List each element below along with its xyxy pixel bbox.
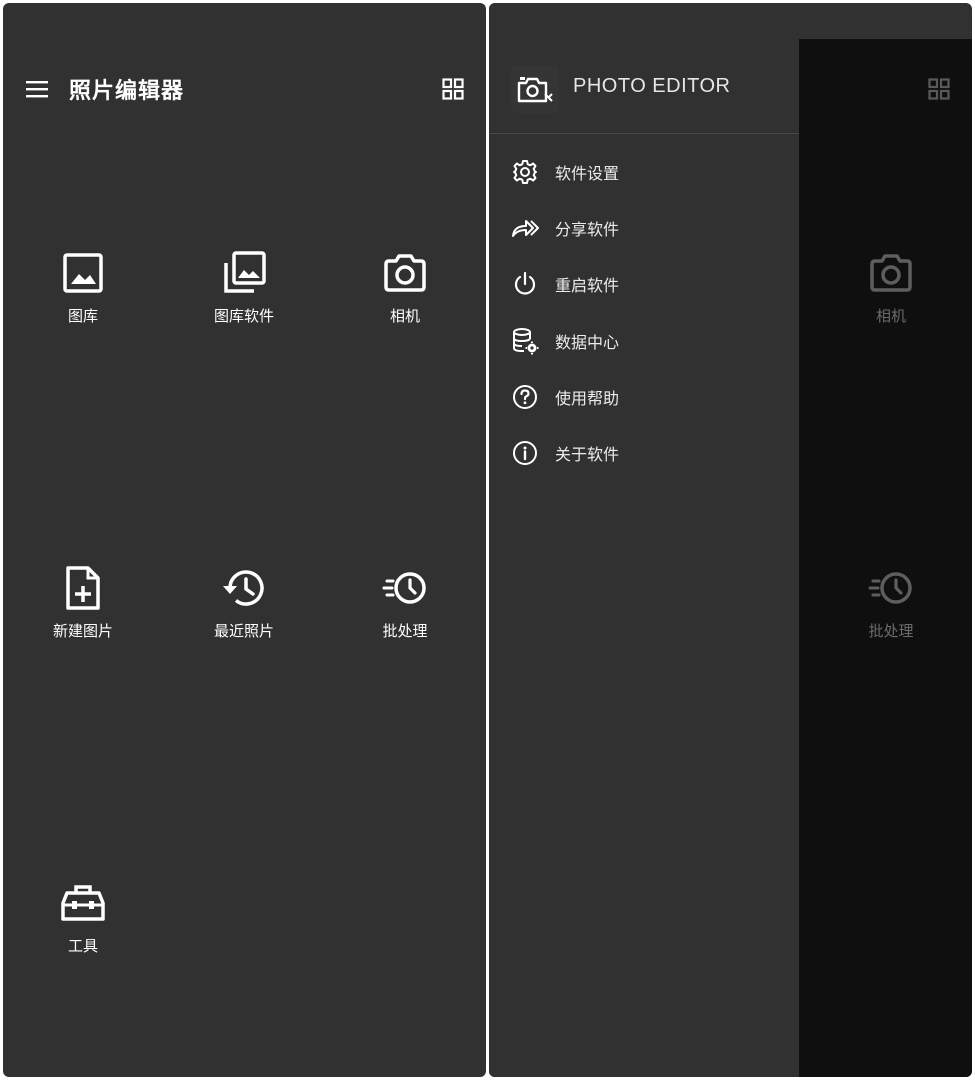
power-icon <box>514 271 536 295</box>
tile-label: 最近照片 <box>213 622 274 640</box>
tile-batch[interactable]: 批处理 <box>335 564 475 641</box>
history-icon <box>223 570 264 606</box>
tile-gallery[interactable]: 图库 <box>13 249 153 326</box>
app-logo <box>511 65 559 113</box>
drawer-header: PHOTO EDITOR <box>489 3 799 134</box>
photo-library-icon <box>224 251 266 293</box>
batch-clock-icon <box>868 572 912 604</box>
app-bar: 照片编辑器 <box>3 3 486 133</box>
batch-clock-icon <box>382 572 426 604</box>
drawer-item-share[interactable]: 分享软件 <box>511 208 781 248</box>
drawer-item-restart[interactable]: 重启软件 <box>511 264 781 304</box>
menu-icon <box>26 81 48 98</box>
database-settings-icon <box>513 328 539 355</box>
drawer-item-help[interactable]: 使用帮助 <box>511 377 781 417</box>
tile-new-image[interactable]: 新建图片 <box>13 564 153 641</box>
tile-camera-dimmed: 相机 <box>821 249 961 326</box>
navigation-drawer: PHOTO EDITOR 软件设置 分享软件 重启软件 数据中心 使用帮助 关于… <box>489 3 799 1077</box>
menu-button[interactable] <box>23 75 51 103</box>
drawer-item-label: 软件设置 <box>555 164 620 183</box>
toolbox-icon <box>61 885 105 921</box>
tile-label: 新建图片 <box>52 622 113 640</box>
grid-view-button-dimmed <box>925 75 953 103</box>
app-title: 照片编辑器 <box>69 79 185 104</box>
tile-label: 工具 <box>67 937 98 955</box>
tile-label: 批处理 <box>382 622 428 640</box>
drawer-item-label: 重启软件 <box>555 276 620 295</box>
drawer-item-settings[interactable]: 软件设置 <box>511 152 781 192</box>
tile-label: 批处理 <box>868 622 914 640</box>
tile-recent-photos[interactable]: 最近照片 <box>174 564 314 641</box>
tile-label: 相机 <box>389 307 420 325</box>
grid-view-icon <box>928 78 950 100</box>
drawer-item-about[interactable]: 关于软件 <box>511 433 781 473</box>
settings-icon <box>513 160 537 184</box>
drawer-item-label: 数据中心 <box>555 333 620 352</box>
grid-view-icon <box>442 78 464 100</box>
image-icon <box>63 253 103 293</box>
camera-icon <box>384 254 426 292</box>
tile-batch-dimmed: 批处理 <box>821 564 961 641</box>
drawer-item-data-center[interactable]: 数据中心 <box>511 321 781 361</box>
camera-logo-icon <box>517 77 553 103</box>
new-file-icon <box>66 566 100 610</box>
help-icon <box>513 385 537 409</box>
drawer-title: PHOTO EDITOR <box>573 75 731 97</box>
info-icon <box>513 441 537 465</box>
drawer-screen: 相机 批处理 PHOTO EDITOR 软件设置 分享软件 重启软件 数据中心 … <box>489 3 972 1077</box>
tile-tools[interactable]: 工具 <box>13 879 153 956</box>
tile-label: 图库 <box>67 307 98 325</box>
grid-view-button[interactable] <box>439 75 467 103</box>
drawer-item-label: 关于软件 <box>555 445 620 464</box>
tile-gallery-software[interactable]: 图库软件 <box>174 249 314 326</box>
camera-icon <box>870 254 912 292</box>
main-screen: 照片编辑器 图库 图库软件 相机 新建图片 最近照片 批处理 工具 <box>3 3 486 1077</box>
drawer-item-label: 分享软件 <box>555 220 620 239</box>
tile-label: 图库软件 <box>213 307 274 325</box>
tile-label: 相机 <box>875 307 906 325</box>
share-icon <box>512 220 539 237</box>
drawer-item-label: 使用帮助 <box>555 389 620 408</box>
tile-camera[interactable]: 相机 <box>335 249 475 326</box>
